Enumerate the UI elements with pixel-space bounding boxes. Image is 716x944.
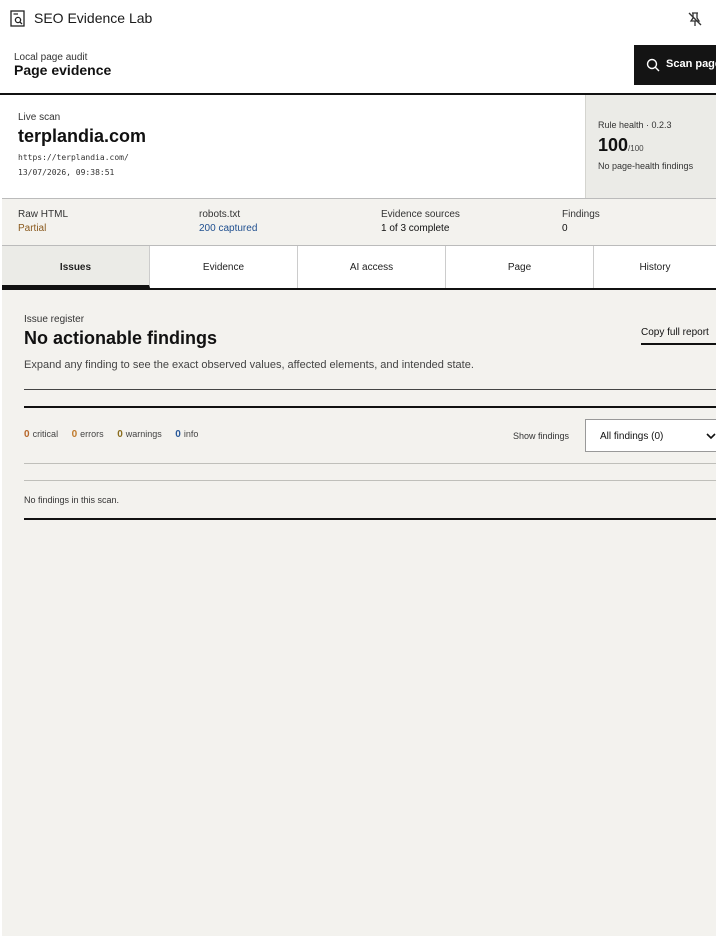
tab-bar: Issues Evidence AI access Page History [2, 246, 716, 290]
count-info: 0 info [175, 429, 199, 440]
health-score-value: 100 [598, 135, 629, 155]
scan-page-button[interactable]: Scan page [634, 45, 716, 85]
register-kicker: Issue register [24, 314, 85, 325]
page-title: Page evidence [14, 62, 112, 78]
stat-evidence-sources: Evidence sources 1 of 3 complete [381, 209, 460, 234]
divider [24, 463, 716, 464]
evidence-stats: Raw HTML Partial robots.txt 200 captured… [2, 198, 716, 246]
rule-health-score: 100/100 [598, 135, 644, 156]
stat-label: robots.txt [199, 209, 241, 220]
count-warnings: 0 warnings [117, 429, 162, 440]
divider [24, 389, 716, 390]
title-bar: SEO Evidence Lab [0, 0, 716, 38]
register-description: Expand any finding to see the exact obse… [24, 359, 474, 371]
severity-counts: 0 critical 0 errors 0 warnings 0 info [24, 429, 209, 440]
findings-filter-value: All findings (0) [600, 431, 664, 442]
stat-label: Evidence sources [381, 209, 460, 220]
divider [24, 518, 716, 520]
rule-health-label: Rule health · 0.2.3 [598, 120, 672, 130]
stat-value: Partial [18, 223, 47, 234]
scan-timestamp: 13/07/2026, 09:38:51 [18, 168, 115, 177]
empty-findings-text: No findings in this scan. [24, 495, 120, 505]
search-icon [646, 58, 660, 72]
unpin-icon[interactable] [686, 10, 704, 28]
health-score-max: /100 [628, 144, 644, 153]
divider [24, 480, 716, 481]
stat-value: 0 [562, 223, 568, 234]
show-findings-label: Show findings [513, 431, 570, 441]
app-title: SEO Evidence Lab [34, 10, 153, 26]
scanned-url: https://terplandia.com/ [18, 153, 129, 162]
page-header: Local page audit Page evidence Scan page [0, 38, 716, 94]
rule-health-panel: Rule health · 0.2.3 100/100 No page-heal… [585, 95, 716, 199]
tab-evidence[interactable]: Evidence [150, 246, 298, 288]
stat-findings: Findings 0 [562, 209, 600, 234]
stat-raw-html: Raw HTML Partial [18, 209, 68, 234]
divider [24, 406, 716, 408]
tab-page[interactable]: Page [446, 246, 594, 288]
rule-health-note: No page-health findings [598, 161, 694, 171]
stat-label: Findings [562, 209, 600, 220]
issues-panel: Issue register No actionable findings Ex… [2, 290, 716, 936]
stat-label: Raw HTML [18, 209, 69, 220]
stat-value: 1 of 3 complete [381, 223, 450, 234]
count-errors: 0 errors [71, 429, 104, 440]
stat-robots: robots.txt 200 captured [199, 209, 257, 234]
stat-value: 200 captured [199, 223, 258, 234]
copy-full-report-button[interactable]: Copy full report [641, 321, 716, 345]
tab-ai-access[interactable]: AI access [298, 246, 446, 288]
tab-history[interactable]: History [594, 246, 716, 288]
app-document-icon [10, 10, 25, 27]
live-scan-kicker: Live scan [18, 112, 61, 123]
scan-page-label: Scan page [666, 58, 716, 70]
chevron-down-icon [706, 433, 716, 440]
findings-filter-select[interactable]: All findings (0) [585, 419, 716, 452]
count-critical: 0 critical [24, 429, 59, 440]
tab-issues[interactable]: Issues [2, 246, 150, 288]
scanned-domain: terplandia.com [18, 126, 147, 146]
register-title: No actionable findings [24, 328, 218, 348]
